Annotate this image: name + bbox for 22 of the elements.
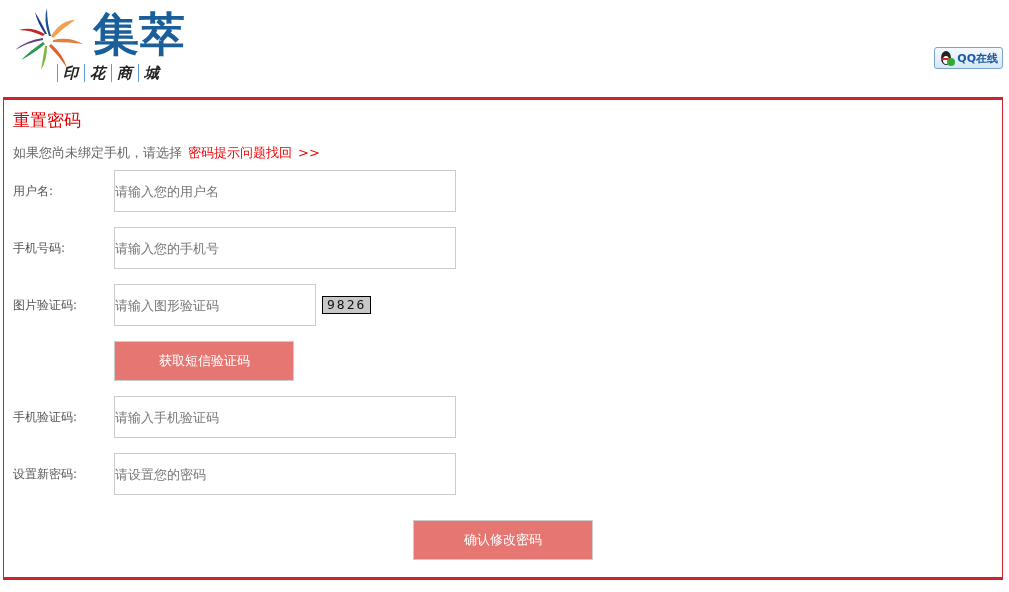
field-label: 设置新密码:: [13, 465, 79, 483]
field-label: 手机验证码:: [13, 408, 79, 426]
captcha-image: 9826: [322, 296, 372, 314]
confirm-button[interactable]: 确认修改密码: [413, 520, 593, 560]
logo-subtitle-char: 城: [138, 64, 159, 82]
input-field[interactable]: 请输入手机验证码: [114, 396, 456, 438]
logo-title: 集萃: [92, 6, 186, 63]
input-field[interactable]: 请设置您的密码: [114, 453, 456, 495]
security-question-link[interactable]: 密码提示问题找回: [188, 144, 292, 162]
qq-online-button[interactable]: QQ在线: [934, 47, 1003, 69]
input-field[interactable]: 请输入图形验证码: [114, 284, 316, 326]
arrow-text: >>: [298, 144, 320, 162]
field-label: 图片验证码:: [13, 296, 79, 314]
input-field[interactable]: 请输入您的用户名: [114, 170, 456, 212]
input-field[interactable]: 请输入您的手机号: [114, 227, 456, 269]
field-label: 用户名:: [13, 182, 55, 200]
logo-subtitle-char: 印: [57, 64, 78, 82]
hint-text: 如果您尚未绑定手机，请选择: [13, 144, 182, 162]
penguin-icon: [939, 50, 956, 66]
get-sms-code-button[interactable]: 获取短信验证码: [114, 341, 294, 381]
panel-title: 重置密码: [13, 109, 82, 132]
field-label: 手机号码:: [13, 239, 67, 257]
